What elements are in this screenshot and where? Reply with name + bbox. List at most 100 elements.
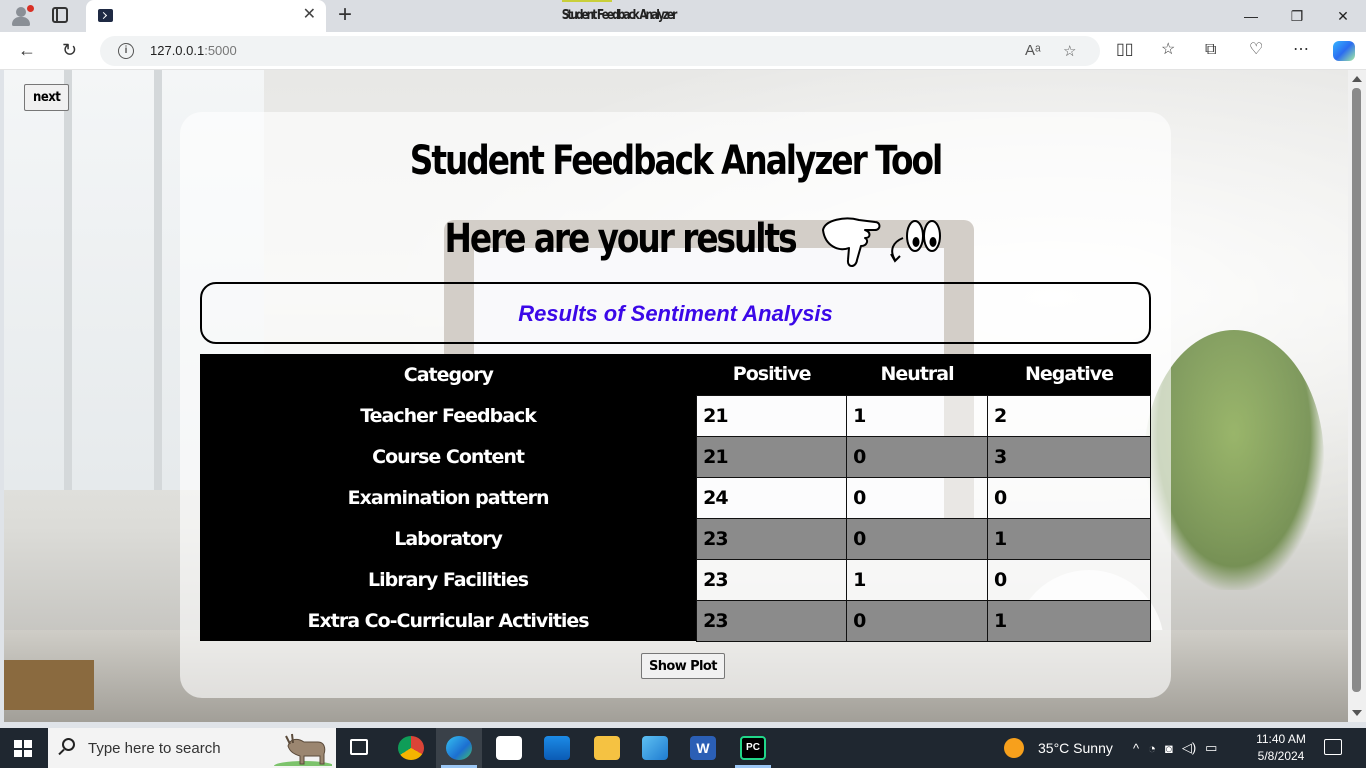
camera-icon[interactable]: ◙ bbox=[1165, 741, 1173, 756]
background-books bbox=[4, 660, 94, 710]
clock-date: 5/8/2024 bbox=[1257, 749, 1305, 763]
url-host: 127.0.0.1 bbox=[150, 43, 205, 58]
restore-icon[interactable]: ❐ bbox=[1274, 0, 1320, 32]
page-title: Student Feedback Analyzer Tool bbox=[409, 138, 943, 184]
browser-tab[interactable]: Student Feedback Analyzer ✕ bbox=[86, 0, 677, 32]
close-window-icon[interactable]: ✕ bbox=[1320, 0, 1366, 32]
read-aloud-icon[interactable]: Aᵃ bbox=[1025, 42, 1041, 59]
favorites-icon[interactable]: ☆ bbox=[1161, 41, 1175, 59]
show-plot-button[interactable]: Show Plot bbox=[641, 653, 725, 679]
file-explorer-icon[interactable] bbox=[594, 736, 620, 760]
positive-cell: 24 bbox=[696, 476, 848, 519]
subtitle-row: Here are your results bbox=[180, 208, 1171, 270]
negative-cell: 2 bbox=[987, 394, 1151, 437]
notifications-icon[interactable] bbox=[1324, 739, 1342, 755]
search-icon bbox=[62, 738, 75, 751]
category-cell: Course Content bbox=[200, 436, 697, 477]
mail-icon[interactable] bbox=[496, 736, 522, 760]
show-hidden-icons-icon[interactable]: ^ bbox=[1133, 741, 1139, 756]
table-row: Course Content 21 0 3 bbox=[200, 435, 1151, 478]
favorite-star-icon[interactable]: ☆ bbox=[1063, 42, 1076, 60]
split-screen-icon[interactable]: ▯▯ bbox=[1116, 41, 1134, 59]
pycharm-icon[interactable]: PC bbox=[740, 736, 766, 760]
site-info-icon[interactable]: i bbox=[118, 43, 134, 59]
minimize-icon[interactable]: — bbox=[1228, 0, 1274, 32]
category-cell: Library Facilities bbox=[200, 559, 697, 600]
page-scrollbar[interactable] bbox=[1348, 70, 1366, 722]
windows-start-icon[interactable] bbox=[14, 740, 32, 757]
neutral-cell: 1 bbox=[846, 394, 989, 437]
url-port: :5000 bbox=[204, 43, 237, 58]
word-icon[interactable]: W bbox=[690, 736, 716, 760]
category-cell: Examination pattern bbox=[200, 477, 697, 518]
volume-icon[interactable]: ◁) bbox=[1182, 740, 1196, 756]
positive-cell: 23 bbox=[696, 517, 848, 560]
collections-icon[interactable]: ⧉ bbox=[1205, 41, 1216, 59]
profile-icon[interactable] bbox=[10, 5, 34, 27]
copilot-icon[interactable] bbox=[1333, 41, 1355, 61]
column-header-category: Category bbox=[200, 354, 697, 395]
edge-icon[interactable] bbox=[446, 736, 472, 760]
system-tray: ^ ◔ ◙ ◁) ▭ bbox=[1133, 728, 1217, 768]
chrome-icon[interactable] bbox=[398, 736, 424, 760]
address-bar-row: ← ↻ i 127.0.0.1:5000 Aᵃ ☆ ▯▯ ☆ ⧉ ♡ ⋯ bbox=[0, 32, 1366, 70]
positive-cell: 21 bbox=[696, 394, 848, 437]
neutral-cell: 1 bbox=[846, 558, 989, 601]
negative-cell: 3 bbox=[987, 435, 1151, 478]
positive-cell: 23 bbox=[696, 558, 848, 601]
category-cell: Teacher Feedback bbox=[200, 395, 697, 436]
browser-tab-bar: Student Feedback Analyzer ✕ + — ❐ ✕ bbox=[0, 0, 1366, 32]
search-placeholder: Type here to search bbox=[88, 740, 221, 757]
refresh-icon[interactable]: ↻ bbox=[62, 40, 77, 60]
negative-cell: 0 bbox=[987, 558, 1151, 601]
sentiment-results-table: Category Positive Neutral Negative Teach… bbox=[200, 354, 1151, 642]
next-button[interactable]: next bbox=[24, 84, 70, 111]
table-row: Laboratory 23 0 1 bbox=[200, 517, 1151, 560]
column-header-positive: Positive bbox=[696, 354, 847, 395]
results-card: Student Feedback Analyzer Tool Here are … bbox=[180, 112, 1171, 698]
taskbar-search-box[interactable]: Type here to search bbox=[48, 728, 336, 768]
results-heading-box: Results of Sentiment Analysis bbox=[200, 282, 1151, 344]
tab-accent-strip bbox=[562, 0, 612, 2]
search-highlight-donkey-icon bbox=[274, 733, 332, 766]
column-header-neutral: Neutral bbox=[846, 354, 988, 395]
browser-essentials-icon[interactable]: ♡ bbox=[1249, 41, 1263, 59]
url-input[interactable]: i 127.0.0.1:5000 Aᵃ ☆ bbox=[100, 36, 1100, 66]
table-header-row: Category Positive Neutral Negative bbox=[200, 354, 1151, 395]
network-icon[interactable]: ◔ bbox=[1148, 741, 1156, 756]
tab-title: Student Feedback Analyzer bbox=[561, 8, 678, 23]
back-arrow-icon[interactable]: ← bbox=[18, 40, 36, 60]
category-cell: Laboratory bbox=[200, 518, 697, 559]
neutral-cell: 0 bbox=[846, 599, 989, 642]
neutral-cell: 0 bbox=[846, 517, 989, 560]
negative-cell: 1 bbox=[987, 517, 1151, 560]
negative-cell: 1 bbox=[987, 599, 1151, 642]
terminal-favicon-icon bbox=[98, 9, 113, 22]
taskbar-clock[interactable]: 11:40 AM 5/8/2024 bbox=[1248, 731, 1314, 765]
positive-cell: 21 bbox=[696, 435, 848, 478]
column-header-negative: Negative bbox=[987, 354, 1151, 395]
category-cell: Extra Co-Curricular Activities bbox=[200, 600, 697, 641]
weather-widget[interactable]: 35°C Sunny bbox=[1004, 728, 1113, 768]
scroll-up-icon[interactable] bbox=[1352, 76, 1362, 82]
scroll-down-icon[interactable] bbox=[1352, 710, 1362, 716]
battery-icon[interactable]: ▭ bbox=[1205, 740, 1217, 756]
photos-icon[interactable] bbox=[642, 736, 668, 760]
clock-time: 11:40 AM bbox=[1256, 732, 1306, 746]
close-tab-icon[interactable]: ✕ bbox=[303, 6, 316, 24]
tab-actions-icon[interactable] bbox=[52, 7, 68, 23]
windows-taskbar: Type here to search W PC 35°C Sunny ^ ◔ … bbox=[0, 728, 1366, 768]
table-row: Teacher Feedback 21 1 2 bbox=[200, 394, 1151, 437]
negative-cell: 0 bbox=[987, 476, 1151, 519]
window-controls: — ❐ ✕ bbox=[1228, 0, 1366, 32]
new-tab-icon[interactable]: + bbox=[338, 3, 352, 27]
background-plant bbox=[1144, 330, 1324, 590]
scrollbar-thumb[interactable] bbox=[1352, 88, 1361, 692]
neutral-cell: 0 bbox=[846, 476, 989, 519]
task-view-icon[interactable] bbox=[350, 739, 368, 755]
store-icon[interactable] bbox=[544, 736, 570, 760]
positive-cell: 23 bbox=[696, 599, 848, 642]
pointing-hand-eyes-icon bbox=[821, 217, 941, 267]
page-subtitle: Here are your results bbox=[444, 216, 798, 262]
more-menu-icon[interactable]: ⋯ bbox=[1293, 41, 1309, 59]
